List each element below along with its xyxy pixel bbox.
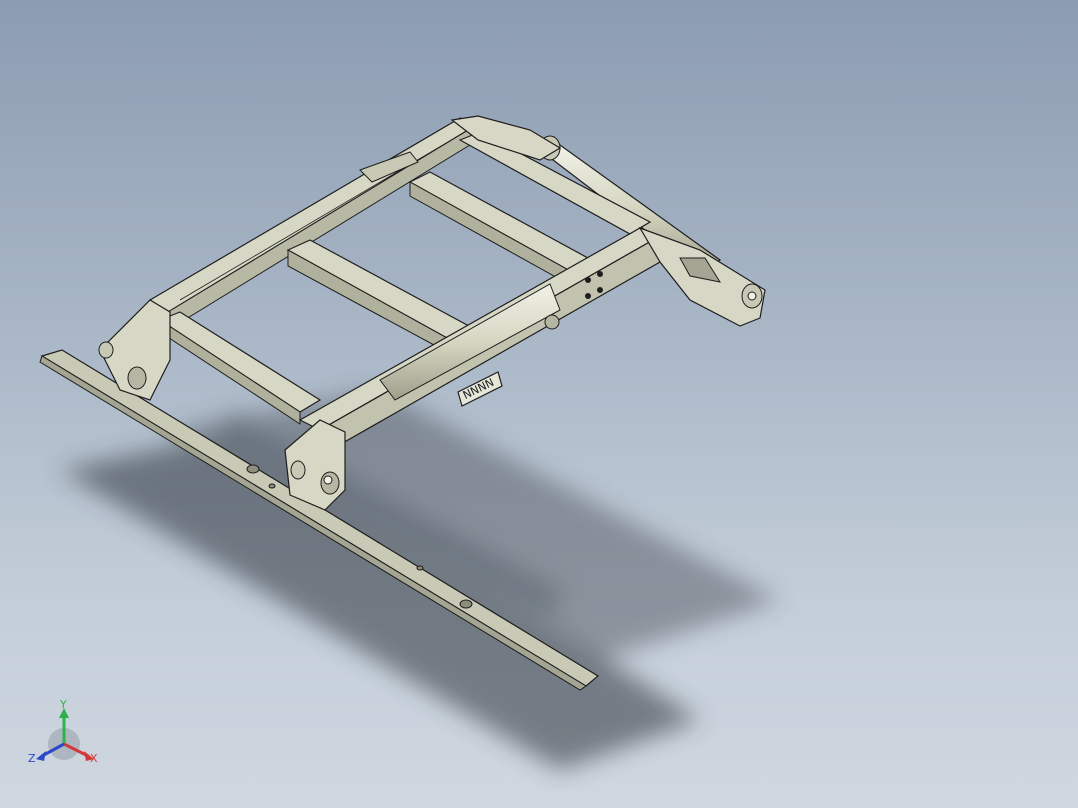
graphics-viewport[interactable]: NNNN Y X Z: [0, 0, 1078, 808]
end-bracket-right[interactable]: [638, 226, 766, 327]
z-axis-label: Z: [28, 752, 36, 765]
y-axis-label: Y: [59, 698, 67, 711]
x-axis-label: X: [90, 752, 98, 765]
frame-rail-front[interactable]: [298, 227, 662, 458]
frame-rail-back[interactable]: [148, 117, 480, 331]
marker-plate: NNNN: [457, 371, 503, 407]
coordinate-triad[interactable]: Y X Z: [28, 698, 98, 765]
model-canvas[interactable]: NNNN Y X Z: [0, 0, 1078, 808]
